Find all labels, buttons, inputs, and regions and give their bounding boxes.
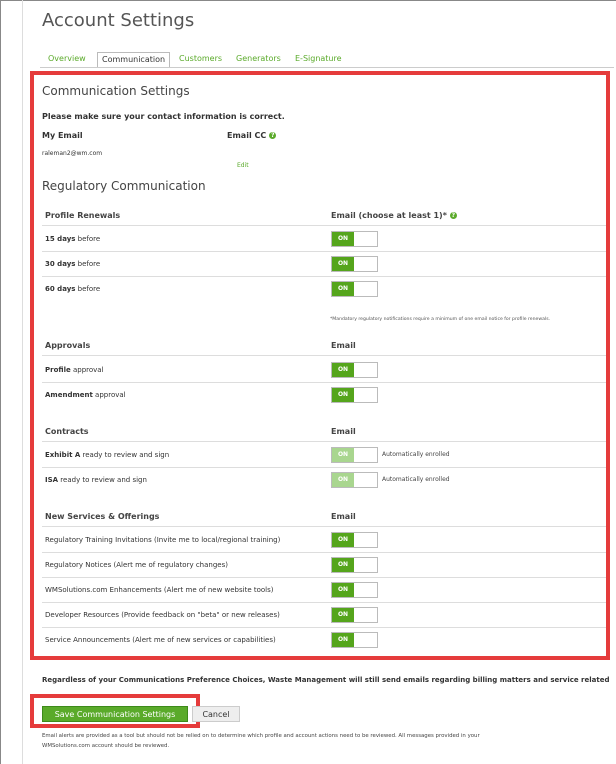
row-label: 30 days before [45,260,101,268]
contact-notice: Please make sure your contact informatio… [42,112,285,121]
billing-notice: Regardless of your Communications Prefer… [42,676,610,684]
toggle-switch-disabled: ON [331,447,378,463]
email-column-header: Email [331,341,356,350]
contracts-header: Contracts Email [42,423,606,442]
toggle-switch[interactable]: ON [331,557,378,573]
email-column-text: Email (choose at least 1)* [331,211,447,220]
table-row: 60 days before ON [42,277,606,301]
toggle-switch[interactable]: ON [331,607,378,623]
toggle-on-label: ON [332,388,354,402]
toggle-switch[interactable]: ON [331,582,378,598]
email-cc-text: Email CC [227,131,267,140]
communication-settings-heading: Communication Settings [42,84,190,98]
auto-enrolled-note: Automatically enrolled [382,451,450,458]
tab-divider [40,67,614,68]
toggle-switch[interactable]: ON [331,632,378,648]
email-column-header: Email (choose at least 1)*? [331,211,457,220]
profile-renewals-header: Profile Renewals Email (choose at least … [42,207,606,226]
row-label: 60 days before [45,285,101,293]
info-icon[interactable]: ? [269,132,277,139]
email-cc-label: Email CC? [227,131,277,140]
services-title: New Services & Offerings [45,512,160,521]
tab-communication[interactable]: Communication [97,52,171,68]
table-row: Exhibit A ready to review and sign ON Au… [42,443,606,468]
table-row: 15 days before ON [42,227,606,252]
toggle-on-label: ON [332,583,354,597]
toggle-on-label: ON [332,282,354,296]
toggle-on-label: ON [332,533,354,547]
row-label: Amendment approval [45,391,126,399]
table-row: Profile approval ON [42,358,606,383]
toggle-on-label: ON [332,257,354,271]
row-label: WMSolutions.com Enhancements (Alert me o… [45,586,274,594]
tab-customers[interactable]: Customers [179,52,222,66]
table-row: WMSolutions.com Enhancements (Alert me o… [42,578,606,603]
email-column-header: Email [331,512,356,521]
toggle-on-label: ON [332,633,354,647]
toggle-switch[interactable]: ON [331,532,378,548]
disclaimer-line-1: Email alerts are provided as a tool but … [42,733,480,739]
toggle-switch[interactable]: ON [331,256,378,272]
toggle-on-label: ON [332,558,354,572]
toggle-on-label: ON [332,363,354,377]
services-header: New Services & Offerings Email [42,508,606,527]
row-label: Regulatory Training Invitations (Invite … [45,536,281,544]
my-email-label: My Email [42,131,83,140]
approvals-title: Approvals [45,341,91,350]
contracts-title: Contracts [45,427,89,436]
row-label: Service Announcements (Alert me of new s… [45,636,276,644]
toggle-switch[interactable]: ON [331,231,378,247]
approvals-header: Approvals Email [42,337,606,356]
toggle-switch[interactable]: ON [331,362,378,378]
table-row: Developer Resources (Provide feedback on… [42,603,606,628]
edit-link[interactable]: Edit [237,162,249,169]
table-row: 30 days before ON [42,252,606,277]
row-label: 15 days before [45,235,101,243]
toggle-switch[interactable]: ON [331,387,378,403]
table-row: Amendment approval ON [42,383,606,407]
table-row: Regulatory Training Invitations (Invite … [42,528,606,553]
toggle-on-label: ON [332,232,354,246]
toggle-switch-disabled: ON [331,472,378,488]
email-column-header: Email [331,427,356,436]
my-email-value: raleman2@wm.com [42,150,103,157]
cancel-button[interactable]: Cancel [192,706,240,722]
row-label: Developer Resources (Provide feedback on… [45,611,280,619]
tab-e-signature[interactable]: E-Signature [295,52,342,66]
window-top-border [0,0,616,1]
toggle-on-label: ON [332,448,354,462]
save-communication-settings-button[interactable]: Save Communication Settings [42,706,188,722]
row-label: Exhibit A ready to review and sign [45,451,170,459]
table-row: ISA ready to review and sign ON Automati… [42,468,606,492]
row-label: ISA ready to review and sign [45,476,147,484]
toggle-switch[interactable]: ON [331,281,378,297]
content-left-rule [22,0,23,764]
page-title: Account Settings [42,10,195,31]
table-row: Service Announcements (Alert me of new s… [42,628,606,652]
row-label: Profile approval [45,366,104,374]
regulatory-communication-heading: Regulatory Communication [42,179,206,193]
disclaimer-line-2: WMSolutions.com account should be review… [42,743,170,749]
profile-renewals-title: Profile Renewals [45,211,121,220]
tab-generators[interactable]: Generators [236,52,281,66]
tab-overview[interactable]: Overview [48,52,86,66]
window-left-border [0,0,1,764]
table-row: Regulatory Notices (Alert me of regulato… [42,553,606,578]
toggle-on-label: ON [332,473,354,487]
row-label: Regulatory Notices (Alert me of regulato… [45,561,228,569]
auto-enrolled-note: Automatically enrolled [382,476,450,483]
renewal-footnote: *Mandatory regulatory notifications requ… [330,317,551,322]
toggle-on-label: ON [332,608,354,622]
info-icon[interactable]: ? [449,212,457,219]
